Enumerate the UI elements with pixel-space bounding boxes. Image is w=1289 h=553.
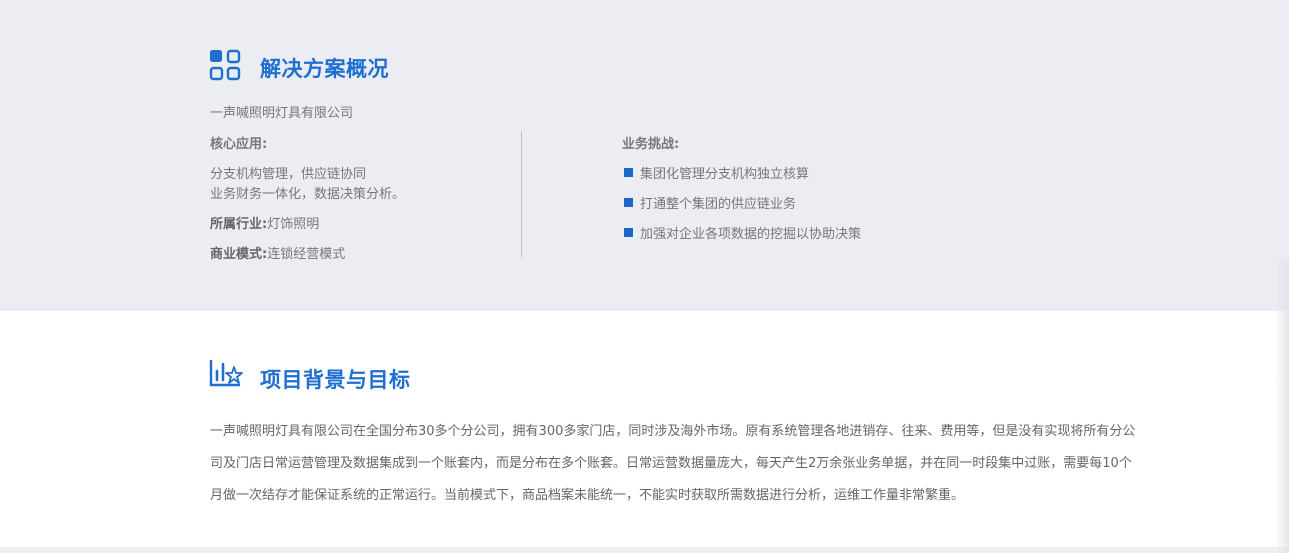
bullet-square-icon (624, 198, 633, 207)
overview-title: 解决方案概况 (260, 57, 389, 81)
industry-value: 灯饰照明 (267, 217, 320, 232)
grid-icon (209, 49, 241, 81)
paragraph-line-3: 月做一次结存才能保证系统的正常运行。当前模式下，商品档案未能统一，不能实时获取所… (210, 488, 965, 503)
core-app-line-2: 业务财务一体化，数据决策分析。 (210, 187, 406, 202)
bullet-square-icon (624, 228, 633, 237)
chart-star-icon (209, 359, 243, 387)
background-paragraph: 一声喊照明灯具有限公司在全国分布30多个分公司，拥有300多家门店，同时涉及海外… (210, 416, 1210, 512)
bottom-divider (0, 547, 1289, 553)
business-model-label: 商业模式: (210, 247, 268, 262)
column-divider (521, 131, 522, 258)
paragraph-line-2: 司及门店日常运营管理及数据集成到一个账套内，而是分布在多个账套。日常运营数据量庞… (210, 456, 1132, 471)
core-app-line-1: 分支机构管理，供应链协同 (210, 167, 367, 182)
industry-label: 所属行业: (210, 217, 268, 232)
right-edge-shadow (1275, 260, 1289, 553)
bullet-square-icon (624, 168, 633, 177)
paragraph-line-1: 一声喊照明灯具有限公司在全国分布30多个分公司，拥有300多家门店，同时涉及海外… (210, 424, 1136, 439)
solution-overview-section (0, 0, 1289, 311)
business-model-value: 连锁经营模式 (267, 247, 346, 262)
core-app-label: 核心应用: (210, 137, 268, 152)
challenge-item-2: 打通整个集团的供应链业务 (640, 197, 797, 212)
challenge-item-3: 加强对企业各项数据的挖掘以协助决策 (640, 227, 862, 242)
background-title: 项目背景与目标 (260, 368, 411, 392)
company-name: 一声喊照明灯具有限公司 (210, 106, 354, 121)
business-model-row: 商业模式:连锁经营模式 (210, 243, 345, 262)
challenge-item-1: 集团化管理分支机构独立核算 (640, 167, 810, 182)
industry-row: 所属行业:灯饰照明 (210, 213, 319, 232)
challenges-label: 业务挑战: (622, 137, 680, 152)
